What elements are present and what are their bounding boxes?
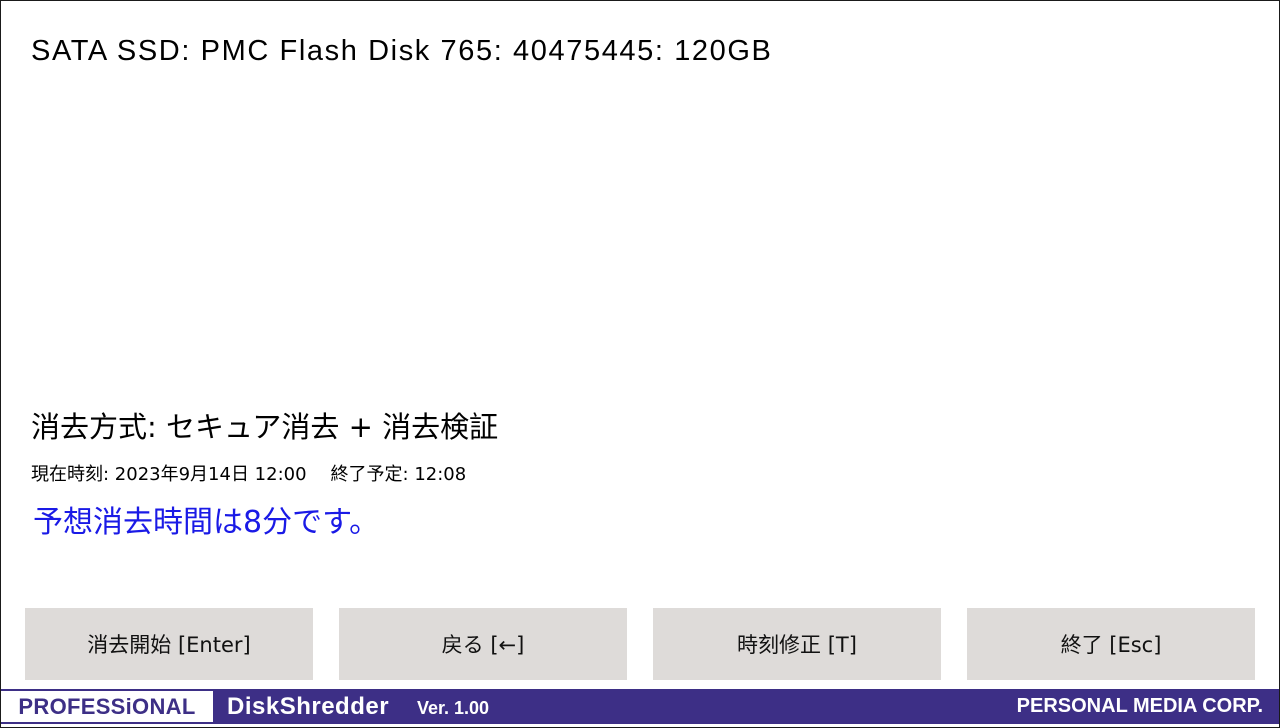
back-button[interactable]: 戻る [←] (339, 608, 627, 680)
company-name: PERSONAL MEDIA CORP. (1016, 695, 1263, 717)
action-button-row: 消去開始 [Enter] 戻る [←] 時刻修正 [T] 終了 [Esc] (25, 608, 1255, 680)
adjust-time-button[interactable]: 時刻修正 [T] (653, 608, 941, 680)
time-info-line: 現在時刻: 2023年9月14日 12:00 終了予定: 12:08 (31, 460, 466, 486)
disk-info-title: SATA SSD: PMC Flash Disk 765: 40475445: … (31, 35, 773, 67)
current-time-label: 現在時刻: 2023年9月14日 12:00 (31, 464, 307, 485)
app-window: SATA SSD: PMC Flash Disk 765: 40475445: … (0, 0, 1280, 728)
footer-bar: PROFESSiONAL DiskShredder Ver. 1.00 PERS… (1, 689, 1279, 724)
end-time-label: 終了予定: 12:08 (330, 464, 467, 485)
estimated-time-message: 予想消去時間は8分です。 (33, 505, 380, 540)
version-label: Ver. 1.00 (417, 698, 490, 718)
edition-logo: PROFESSiONAL (1, 689, 213, 724)
exit-button[interactable]: 終了 [Esc] (967, 608, 1255, 680)
start-erase-button[interactable]: 消去開始 [Enter] (25, 608, 313, 680)
erase-method-label: 消去方式: セキュア消去 + 消去検証 (31, 410, 499, 444)
product-name: DiskShredder (227, 693, 390, 720)
